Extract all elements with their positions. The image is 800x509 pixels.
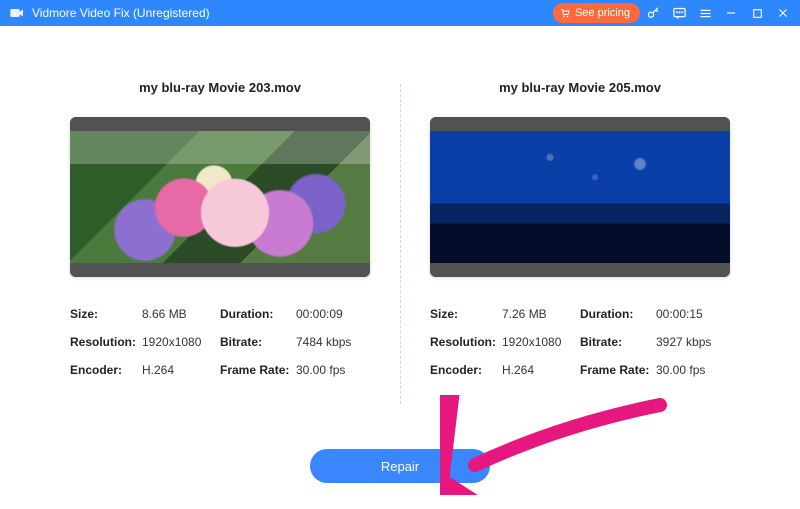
minimize-button[interactable] (718, 0, 744, 26)
resolution-label: Resolution: (70, 335, 142, 349)
source-thumbnail[interactable] (70, 117, 370, 277)
encoder-value: H.264 (142, 363, 220, 377)
resolution-value: 1920x1080 (142, 335, 220, 349)
encoder-label: Encoder: (430, 363, 502, 377)
app-logo-icon (8, 4, 26, 22)
menu-icon[interactable] (692, 0, 718, 26)
close-button[interactable] (770, 0, 796, 26)
duration-label: Duration: (220, 307, 296, 321)
duration-value: 00:00:15 (656, 307, 730, 321)
encoder-value: H.264 (502, 363, 580, 377)
framerate-value: 30.00 fps (296, 363, 370, 377)
source-metadata: Size: 8.66 MB Duration: 00:00:09 Resolut… (70, 307, 370, 377)
framerate-label: Frame Rate: (580, 363, 656, 377)
flowers-image (70, 131, 370, 263)
encoder-label: Encoder: (70, 363, 142, 377)
panel-divider (400, 84, 401, 404)
ocean-image (430, 131, 730, 263)
app-title: Vidmore Video Fix (Unregistered) (32, 6, 210, 20)
size-value: 8.66 MB (142, 307, 220, 321)
main-content: my blu-ray Movie 203.mov Size: 8.66 MB D… (0, 26, 800, 509)
resolution-label: Resolution: (430, 335, 502, 349)
feedback-icon[interactable] (666, 0, 692, 26)
bitrate-label: Bitrate: (580, 335, 656, 349)
resolution-value: 1920x1080 (502, 335, 580, 349)
see-pricing-label: See pricing (575, 7, 630, 19)
sample-filename: my blu-ray Movie 205.mov (430, 80, 730, 95)
sample-thumbnail[interactable] (430, 117, 730, 277)
bitrate-value: 7484 kbps (296, 335, 370, 349)
size-label: Size: (70, 307, 142, 321)
source-filename: my blu-ray Movie 203.mov (70, 80, 370, 95)
framerate-label: Frame Rate: (220, 363, 296, 377)
source-video-panel: my blu-ray Movie 203.mov Size: 8.66 MB D… (70, 80, 370, 377)
bitrate-value: 3927 kbps (656, 335, 730, 349)
maximize-button[interactable] (744, 0, 770, 26)
key-icon[interactable] (640, 0, 666, 26)
size-label: Size: (430, 307, 502, 321)
framerate-value: 30.00 fps (656, 363, 730, 377)
sample-video-panel: my blu-ray Movie 205.mov Size: 7.26 MB D… (430, 80, 730, 377)
duration-value: 00:00:09 (296, 307, 370, 321)
titlebar: Vidmore Video Fix (Unregistered) See pri… (0, 0, 800, 26)
duration-label: Duration: (580, 307, 656, 321)
cart-icon (559, 7, 571, 19)
size-value: 7.26 MB (502, 307, 580, 321)
see-pricing-button[interactable]: See pricing (553, 3, 640, 23)
repair-button[interactable]: Repair (310, 449, 490, 483)
bitrate-label: Bitrate: (220, 335, 296, 349)
sample-metadata: Size: 7.26 MB Duration: 00:00:15 Resolut… (430, 307, 730, 377)
